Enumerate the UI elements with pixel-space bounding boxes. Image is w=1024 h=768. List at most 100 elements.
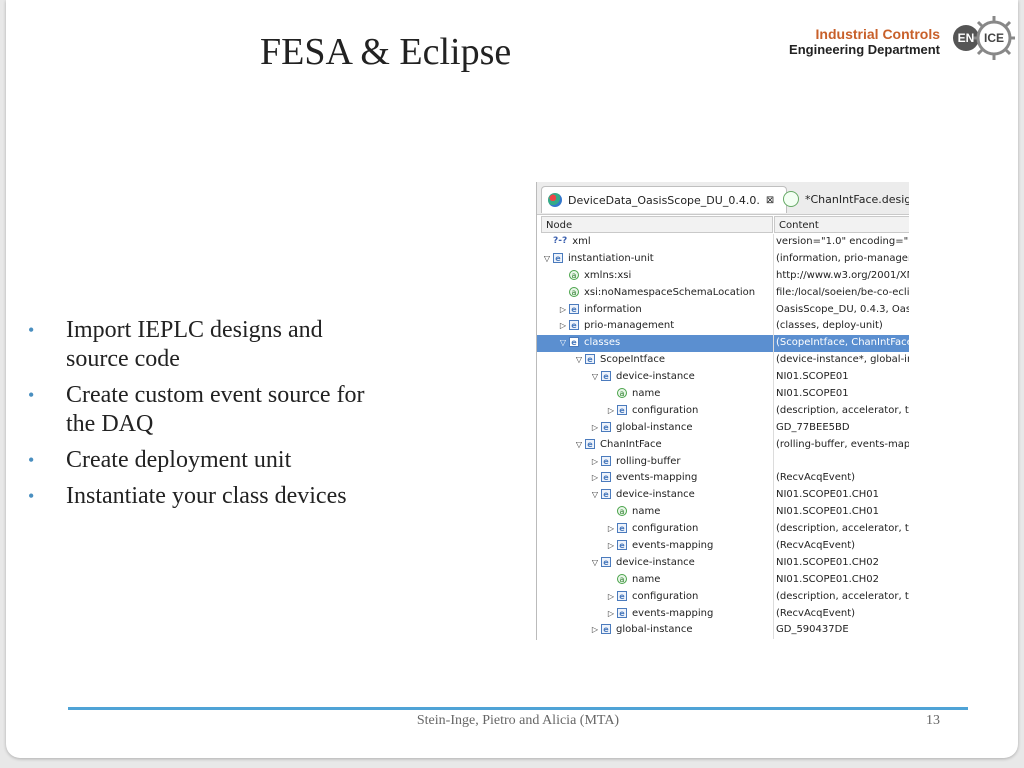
tree-node-label: device-instance bbox=[616, 371, 695, 383]
collapsed-twisty-icon[interactable]: ▷ bbox=[605, 538, 617, 555]
bullet-dot-icon: • bbox=[28, 486, 35, 506]
expanded-twisty-icon[interactable]: ▽ bbox=[573, 437, 585, 454]
logo-text-ice: ICE bbox=[984, 31, 1004, 45]
column-divider bbox=[773, 470, 774, 488]
close-icon[interactable]: ⊠ bbox=[766, 195, 774, 206]
tree-content-cell: (RecvAcqEvent) bbox=[776, 607, 856, 619]
column-divider bbox=[773, 588, 774, 606]
collapsed-twisty-icon[interactable]: ▷ bbox=[605, 606, 617, 623]
tab-label: *ChanIntFace.design bbox=[805, 192, 909, 206]
tree-row[interactable]: ▽ e classes (ScopeIntface, ChanIntFace) bbox=[537, 335, 909, 353]
expanded-twisty-icon[interactable]: ▽ bbox=[589, 369, 601, 386]
column-divider bbox=[773, 554, 774, 572]
editor-tab-bar: DeviceData_OasisScope_DU_0.4.0. ⊠ *ChanI… bbox=[537, 182, 909, 215]
tree-row[interactable]: ?-? xml version="1.0" encoding="UTF-8" bbox=[537, 234, 909, 251]
column-divider bbox=[773, 453, 774, 471]
tree-content-cell: http://www.w3.org/2001/XMLSchema-instanc… bbox=[776, 269, 909, 281]
expanded-twisty-icon[interactable]: ▽ bbox=[557, 335, 569, 352]
tree-row[interactable]: a xmlns:xsi http://www.w3.org/2001/XMLSche… bbox=[537, 267, 909, 285]
tab-devicedata[interactable]: DeviceData_OasisScope_DU_0.4.0. ⊠ bbox=[541, 186, 787, 213]
xml-element-icon: e bbox=[601, 371, 611, 382]
collapsed-twisty-icon[interactable]: ▷ bbox=[589, 454, 601, 471]
collapsed-twisty-icon[interactable]: ▷ bbox=[557, 302, 569, 319]
tree-row[interactable]: ▽ e device-instance NI01.SCOPE01.CH02 bbox=[537, 554, 909, 572]
column-divider bbox=[773, 521, 774, 539]
tree-content-cell: NI01.SCOPE01.CH01 bbox=[776, 506, 880, 518]
tree-row[interactable]: a name NI01.SCOPE01.CH02 bbox=[537, 571, 909, 589]
xml-element-icon: e bbox=[617, 590, 627, 601]
collapsed-twisty-icon[interactable]: ▷ bbox=[605, 589, 617, 606]
tree-content-cell: (description, accelerator, timing) bbox=[776, 590, 909, 602]
tree-row[interactable]: ▽ e ScopeIntface (device-instance*, global-… bbox=[537, 352, 909, 370]
tree-content-cell: NI01.SCOPE01.CH02 bbox=[776, 573, 880, 585]
eclipse-xml-editor-screenshot: DeviceData_OasisScope_DU_0.4.0. ⊠ *ChanI… bbox=[536, 182, 909, 640]
en-ice-logo: EN ICE bbox=[953, 16, 1015, 60]
expanded-twisty-icon[interactable]: ▽ bbox=[589, 555, 601, 572]
tree-content-cell: (description, accelerator, timing) bbox=[776, 523, 909, 535]
bullet-item: • Create deployment unit bbox=[28, 446, 378, 475]
tree-row[interactable]: ▷ e events-mapping (RecvAcqEvent) bbox=[537, 538, 909, 555]
tree-content-cell: NI01.SCOPE01 bbox=[776, 371, 849, 383]
tree-node-label: events-mapping bbox=[632, 607, 714, 619]
tree-content-cell: NI01.SCOPE01 bbox=[776, 388, 849, 400]
tree-node-label: rolling-buffer bbox=[616, 455, 681, 467]
tree-row[interactable]: ▷ e configuration (description, accelerator… bbox=[537, 521, 909, 539]
tree-content-cell: (RecvAcqEvent) bbox=[776, 540, 856, 552]
tree-row[interactable]: ▷ e global-instance GD_590437DE bbox=[537, 622, 909, 640]
tree-node-label: events-mapping bbox=[616, 472, 698, 484]
tree-node-cell: ?-? xml bbox=[537, 234, 773, 251]
tree-row[interactable]: ▷ e events-mapping (RecvAcqEvent) bbox=[537, 470, 909, 488]
tree-row[interactable]: ▽ e instantiation-unit (information, prio-m… bbox=[537, 250, 909, 268]
xml-file-icon bbox=[548, 193, 562, 207]
bullet-text: Import IEPLC designs and source code bbox=[66, 317, 323, 372]
tab-label: DeviceData_OasisScope_DU_0.4.0. bbox=[568, 193, 760, 207]
tree-row[interactable]: a name NI01.SCOPE01 bbox=[537, 386, 909, 403]
footer-text: Stein-Inge, Pietro and Alicia (MTA) bbox=[416, 713, 620, 728]
column-divider bbox=[773, 487, 774, 505]
collapsed-twisty-icon[interactable]: ▷ bbox=[557, 318, 569, 335]
bullet-item: • Create custom event source for the DAQ bbox=[28, 381, 378, 439]
column-divider bbox=[773, 369, 774, 387]
xml-element-icon: e bbox=[617, 404, 627, 415]
column-divider bbox=[773, 571, 774, 589]
collapsed-twisty-icon[interactable]: ▷ bbox=[605, 521, 617, 538]
column-divider bbox=[773, 622, 774, 640]
tree-node-cell: a xmlns:xsi bbox=[537, 268, 789, 285]
tree-row[interactable]: ▷ e configuration (description, accelerator… bbox=[537, 402, 909, 420]
tree-content-cell: GD_590437DE bbox=[776, 624, 849, 636]
xml-element-icon: e bbox=[617, 607, 627, 618]
tree-node-label: configuration bbox=[632, 590, 699, 602]
tree-row[interactable]: ▷ e global-instance GD_77BEE5BD bbox=[537, 419, 909, 437]
tree-row[interactable]: a name NI01.SCOPE01.CH01 bbox=[537, 504, 909, 522]
expanded-twisty-icon[interactable]: ▽ bbox=[589, 487, 601, 504]
xml-element-icon: e bbox=[553, 252, 563, 263]
tree-row[interactable]: ▷ e prio-management (classes, deploy-unit) bbox=[537, 318, 909, 336]
tab-chanintface[interactable]: *ChanIntFace.design bbox=[777, 186, 909, 212]
tree-row[interactable]: ▽ e device-instance NI01.SCOPE01.CH01 bbox=[537, 487, 909, 505]
expanded-twisty-icon[interactable]: ▽ bbox=[573, 352, 585, 369]
bullet-text: Create deployment unit bbox=[66, 447, 292, 473]
expanded-twisty-icon[interactable]: ▽ bbox=[541, 251, 553, 268]
tree-row[interactable]: ▷ e events-mapping (RecvAcqEvent) bbox=[537, 605, 909, 623]
column-divider bbox=[773, 605, 774, 623]
column-divider bbox=[773, 352, 774, 370]
tree-row[interactable]: a xsi:noNamespaceSchemaLocation file:/loca… bbox=[537, 284, 909, 302]
collapsed-twisty-icon[interactable]: ▷ bbox=[589, 470, 601, 487]
tree-content-cell: OasisScope_DU, 0.4.3, OasisScope bbox=[776, 303, 909, 315]
tree-content-cell: (RecvAcqEvent) bbox=[776, 472, 856, 484]
tree-content-cell: (information, prio-management, classes) bbox=[776, 252, 909, 264]
tree-row[interactable]: ▷ e configuration (description, accelerator… bbox=[537, 588, 909, 606]
collapsed-twisty-icon[interactable]: ▷ bbox=[605, 403, 617, 420]
tree-row[interactable]: ▷e information OasisScope_DU, 0.4.3, Oasis… bbox=[537, 301, 909, 319]
tree-content-cell: NI01.SCOPE01.CH02 bbox=[776, 556, 880, 568]
collapsed-twisty-icon[interactable]: ▷ bbox=[589, 622, 601, 639]
tree-row[interactable]: ▽ e device-instance NI01.SCOPE01 bbox=[537, 369, 909, 387]
tree-row[interactable]: ▽e ChanIntFace (rolling-buffer, events-map… bbox=[537, 436, 909, 454]
column-header-node[interactable]: Node bbox=[541, 216, 773, 233]
tree-node-label: global-instance bbox=[616, 421, 693, 433]
column-divider bbox=[773, 301, 774, 319]
column-header-content[interactable]: Content bbox=[774, 216, 909, 233]
collapsed-twisty-icon[interactable]: ▷ bbox=[589, 420, 601, 437]
xml-element-icon: e bbox=[569, 337, 579, 348]
tree-row[interactable]: ▷ e rolling-buffer bbox=[537, 453, 909, 471]
